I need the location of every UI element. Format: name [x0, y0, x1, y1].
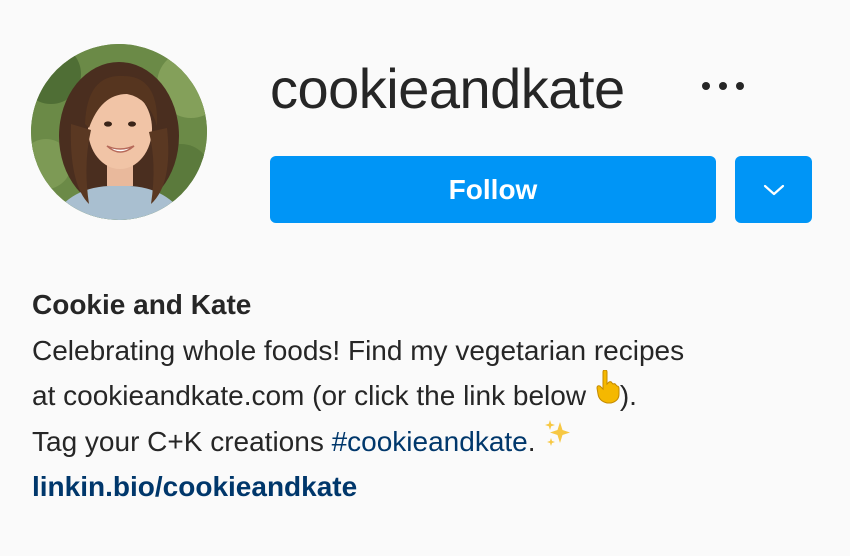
ellipsis-icon: [702, 82, 710, 90]
profile-username: cookieandkate: [270, 57, 625, 120]
chevron-down-icon: [763, 184, 784, 195]
ellipsis-icon: [719, 82, 727, 90]
bio-line-3-end: .: [527, 425, 544, 457]
bio-line-3: Tag your C+K creations #cookieandkate.: [32, 419, 832, 465]
pointing-down-icon: [594, 369, 620, 418]
bio-line-2-text: at cookieandkate.com (or click the link …: [32, 380, 594, 411]
suggested-accounts-button[interactable]: [735, 156, 812, 223]
follow-button[interactable]: Follow: [270, 156, 716, 223]
more-options-button[interactable]: [690, 66, 756, 106]
bio-line-3-text: Tag your C+K creations: [32, 425, 332, 457]
profile-avatar[interactable]: [31, 44, 207, 220]
profile-bio: Cookie and Kate Celebrating whole foods!…: [32, 282, 832, 510]
website-link[interactable]: linkin.bio/cookieandkate: [32, 471, 357, 502]
ellipsis-icon: [736, 82, 744, 90]
hashtag-link[interactable]: #cookieandkate: [332, 426, 528, 457]
bio-line-2: at cookieandkate.com (or click the link …: [32, 369, 832, 419]
display-name: Cookie and Kate: [32, 289, 252, 320]
bio-line-2-end: ).: [619, 380, 637, 411]
sparkles-icon: [543, 416, 573, 462]
bio-line-1: Celebrating whole foods! Find my vegetar…: [32, 334, 685, 366]
